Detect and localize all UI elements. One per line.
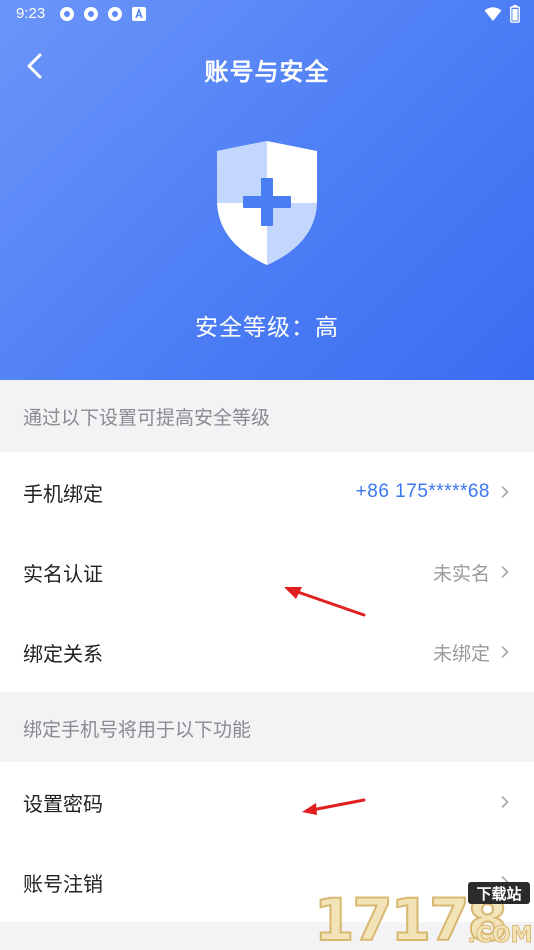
row-label: 设置密码	[23, 793, 103, 816]
row-label: 绑定关系	[23, 643, 103, 666]
row-set-password[interactable]: 设置密码	[0, 762, 534, 842]
header-banner: 9:23 账号与安全 安全等级：高	[0, 0, 534, 380]
phone-number-value: +86 175*****68	[355, 481, 490, 502]
chevron-right-icon	[501, 645, 509, 659]
row-label: 实名认证	[23, 563, 103, 586]
chevron-right-icon	[501, 485, 509, 499]
a-icon	[130, 5, 148, 23]
row-real-name-verification[interactable]: 实名认证 未实名	[0, 532, 534, 612]
status-right-icons	[484, 5, 520, 27]
section-header-phone-functions: 绑定手机号将用于以下功能	[0, 692, 534, 764]
chevron-right-icon	[501, 795, 509, 809]
app-icon	[58, 5, 76, 23]
svg-text:下载站: 下载站	[476, 885, 521, 903]
status-time: 9:23	[16, 5, 46, 22]
row-phone-binding[interactable]: 手机绑定 +86 175*****68	[0, 452, 534, 532]
app-icon	[82, 5, 100, 23]
security-level-text: 安全等级：高	[195, 314, 339, 340]
verification-status-value: 未实名	[432, 563, 490, 585]
notification-icons	[58, 5, 148, 23]
svg-text:.COM: .COM	[467, 923, 532, 948]
shield-icon	[217, 141, 317, 265]
section-header-improve-security: 通过以下设置可提高安全等级	[0, 380, 534, 452]
app-icon	[106, 5, 124, 23]
page-title: 账号与安全	[204, 59, 330, 86]
watermark-logo: 17178 下载站 .COM	[313, 882, 533, 950]
battery-icon	[510, 5, 520, 27]
row-binding-relation[interactable]: 绑定关系 未绑定	[0, 612, 534, 692]
status-bar: 9:23	[0, 0, 534, 28]
row-label: 手机绑定	[23, 483, 103, 506]
wifi-icon	[484, 6, 502, 26]
chevron-right-icon	[501, 565, 509, 579]
binding-status-value: 未绑定	[432, 643, 490, 665]
